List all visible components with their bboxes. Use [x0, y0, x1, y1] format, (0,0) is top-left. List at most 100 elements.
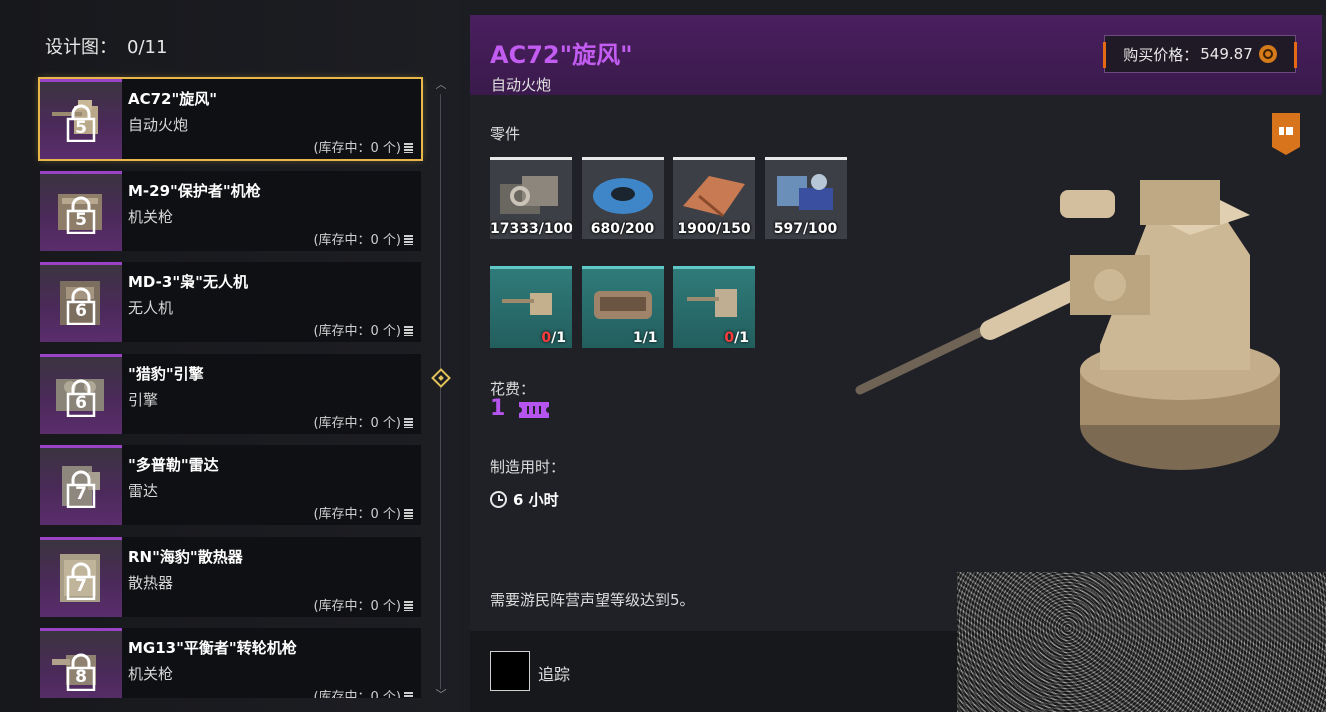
resource-qty: 597/100	[773, 221, 838, 237]
stock-text: (库存中：0 个)	[313, 598, 401, 614]
blueprint-list: 5 AC72"旋风" 自动火炮 (库存中：0 个) 5 M-29"保护者"机枪 …	[38, 77, 423, 710]
scrap-metal-icon	[500, 176, 558, 214]
electronics-icon	[776, 174, 833, 210]
document-icon	[404, 509, 413, 519]
wire-spool-icon	[592, 178, 653, 214]
blueprint-name: MD-3"枭"无人机	[128, 273, 248, 291]
stock-text: (库存中：0 个)	[313, 690, 401, 698]
blueprint-label: 设计图：	[45, 37, 117, 58]
resource-tile[interactable]: 680/200	[581, 157, 664, 239]
resource-tile[interactable]: 17333/100	[490, 157, 572, 239]
resource-tile[interactable]: 1900/150	[673, 157, 755, 239]
blueprint-thumbnail: 5	[40, 170, 122, 251]
scroll-down-icon[interactable]: ﹀	[435, 686, 447, 701]
blueprint-type: 自动火炮	[128, 116, 189, 134]
blueprint-name: AC72"旋风"	[128, 90, 218, 108]
blueprint-item-doppler-radar[interactable]: 7 "多普勒"雷达 雷达 (库存中：0 个)	[40, 445, 421, 525]
coin-icon	[1258, 45, 1277, 63]
buy-price-button[interactable]: 购买价格： 549.87	[1103, 35, 1297, 73]
blueprint-name: MG13"平衡者"转轮机枪	[128, 639, 297, 657]
component-tile[interactable]: 0/1	[673, 266, 755, 348]
component-qty: 0/1	[724, 330, 749, 346]
blueprint-thumbnail: 5	[40, 79, 122, 159]
component-tile[interactable]: 1/1	[581, 266, 664, 348]
craft-time-label: 制造用时：	[490, 458, 566, 476]
unlock-level: 5	[75, 209, 87, 230]
blueprint-panel: 设计图： 0/11 5 AC72"旋风" 自动火炮 (库存中：0 个) 5 M-…	[0, 0, 460, 712]
unlock-level: 7	[75, 575, 87, 596]
unlock-level: 5	[75, 118, 87, 138]
blueprint-stock: (库存中：0 个)	[313, 320, 413, 339]
detail-header: AC72"旋风" 自动火炮 购买价格： 549.87	[470, 15, 1322, 95]
blueprint-stock: (库存中：0 个)	[313, 503, 413, 522]
blueprint-stock: (库存中：0 个)	[313, 412, 413, 431]
blueprint-name: "多普勒"雷达	[128, 456, 219, 474]
blueprint-type: 无人机	[128, 299, 174, 317]
scroll-up-icon[interactable]: ︿	[435, 76, 447, 91]
blueprint-thumbnail: 6	[40, 262, 122, 342]
ticket-badge-icon	[1272, 113, 1300, 155]
track-label: 追踪	[538, 665, 571, 684]
track-checkbox[interactable]	[490, 651, 530, 691]
blueprint-item-cheetah-engine[interactable]: 6 "猎豹"引擎 引擎 (库存中：0 个)	[40, 353, 421, 434]
blueprint-name: RN"海豹"散热器	[128, 547, 243, 566]
blueprint-item-ac72[interactable]: 5 AC72"旋风" 自动火炮 (库存中：0 个)	[38, 77, 423, 161]
ticket-icon	[519, 402, 549, 418]
price-value: 549.87	[1200, 45, 1253, 63]
blueprint-stock: (库存中：0 个)	[313, 229, 413, 248]
document-icon	[404, 600, 413, 611]
blueprint-stock: (库存中：0 个)	[313, 595, 413, 614]
blueprint-header: 设计图： 0/11	[45, 33, 167, 59]
blueprint-stock: (库存中：0 个)	[313, 137, 413, 156]
watermark-noise	[957, 572, 1326, 712]
blueprint-thumbnail: 7	[40, 445, 122, 525]
document-icon	[404, 692, 413, 698]
cost-value: 1	[490, 396, 506, 421]
document-icon	[404, 326, 413, 336]
component-need: /1	[551, 330, 566, 346]
stock-text: (库存中：0 个)	[313, 232, 401, 248]
blueprint-item-md3[interactable]: 6 MD-3"枭"无人机 无人机 (库存中：0 个)	[40, 262, 421, 342]
blueprint-thumbnail: 6	[40, 353, 122, 434]
blueprint-name: M-29"保护者"机枪	[128, 181, 261, 200]
component-tile[interactable]: 0/1	[490, 266, 572, 348]
blueprint-item-mg13[interactable]: 8 MG13"平衡者"转轮机枪 机关枪 (库存中：0 个)	[40, 628, 421, 698]
stock-text: (库存中：0 个)	[313, 507, 401, 522]
blueprint-stock: (库存中：0 个)	[313, 686, 413, 698]
armored-box-part-icon	[593, 291, 652, 319]
blueprint-type: 散热器	[128, 573, 174, 592]
document-icon	[404, 143, 413, 153]
component-need: /1	[734, 330, 749, 346]
component-need: /1	[642, 330, 658, 346]
clock-icon	[490, 491, 507, 508]
scroll-track[interactable]	[440, 94, 441, 689]
resource-tile[interactable]: 597/100	[764, 157, 847, 239]
component-list: 0/1 1/1 0/1	[490, 266, 765, 348]
unlock-level: 7	[75, 484, 87, 504]
blueprint-type: 雷达	[128, 482, 159, 500]
craft-time-value: 6 小时	[513, 491, 559, 509]
detail-subtitle: 自动火炮	[491, 76, 552, 94]
blueprint-type: 机关枪	[128, 207, 174, 226]
stock-text: (库存中：0 个)	[313, 415, 401, 431]
unlock-level: 8	[75, 667, 87, 687]
blueprint-thumbnail: 8	[40, 628, 122, 698]
scroll-thumb[interactable]	[431, 368, 451, 388]
stock-text: (库存中：0 个)	[313, 324, 401, 339]
blueprint-item-m29[interactable]: 5 M-29"保护者"机枪 机关枪 (库存中：0 个)	[40, 170, 421, 251]
blueprint-item-seal-cooler[interactable]: 7 RN"海豹"散热器 散热器 (库存中：0 个)	[40, 536, 421, 617]
turret-part-icon	[687, 289, 737, 317]
autocannon-render	[855, 180, 1280, 470]
component-qty: 0/1	[541, 330, 566, 346]
component-have: 0	[724, 330, 735, 346]
blueprint-thumbnail: 7	[40, 536, 122, 617]
craft-time: 6 小时	[490, 489, 559, 510]
resource-qty: 1900/150	[677, 221, 751, 237]
unlock-level: 6	[75, 301, 87, 321]
document-icon	[404, 234, 413, 245]
component-qty: 1/1	[633, 330, 658, 346]
unlock-level: 6	[75, 392, 87, 413]
document-icon	[404, 417, 413, 428]
price-label: 购买价格：	[1123, 45, 1199, 64]
blueprint-scrollbar[interactable]: ︿ ﹀	[431, 76, 451, 706]
